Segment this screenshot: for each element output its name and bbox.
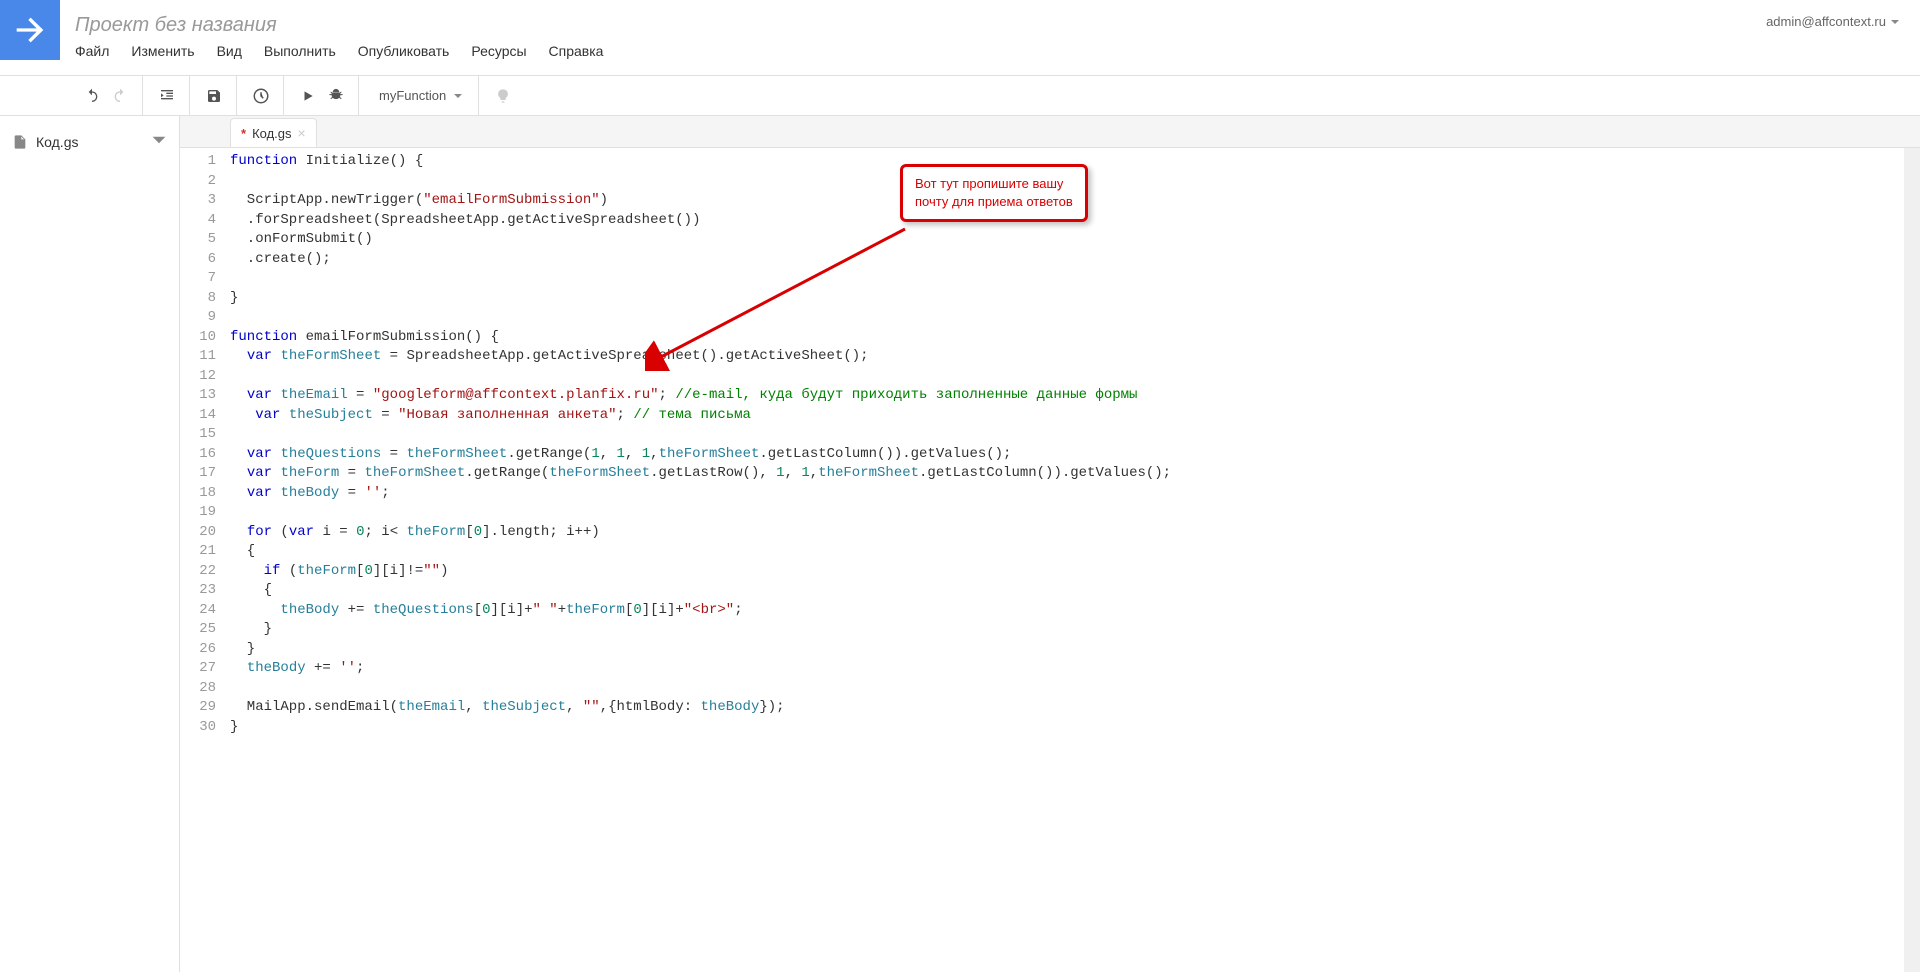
- tabs: * Код.gs ×: [180, 116, 1920, 148]
- tab-active[interactable]: * Код.gs ×: [230, 118, 317, 147]
- code-content[interactable]: function Initialize() { ScriptApp.newTri…: [224, 148, 1920, 972]
- tab-close[interactable]: ×: [298, 125, 306, 141]
- debug-button[interactable]: [322, 82, 350, 110]
- project-title[interactable]: Проект без названия: [75, 14, 1905, 37]
- triggers-button[interactable]: [247, 82, 275, 110]
- lightbulb-icon: [495, 88, 511, 104]
- line-gutter: 1234567891011121314151617181920212223242…: [180, 148, 224, 972]
- chevron-down-icon: [1890, 17, 1900, 27]
- user-email: admin@affcontext.ru: [1766, 14, 1886, 29]
- save-icon: [206, 88, 222, 104]
- menu-view[interactable]: Вид: [217, 43, 242, 59]
- indent-button[interactable]: [153, 82, 181, 110]
- run-button[interactable]: [294, 82, 322, 110]
- save-button[interactable]: [200, 82, 228, 110]
- redo-button[interactable]: [106, 82, 134, 110]
- dirty-marker: *: [241, 126, 246, 141]
- user-menu[interactable]: admin@affcontext.ru: [1766, 14, 1900, 29]
- code-editor[interactable]: 1234567891011121314151617181920212223242…: [180, 148, 1920, 972]
- function-select[interactable]: myFunction: [369, 84, 470, 107]
- file-name: Код.gs: [36, 134, 143, 150]
- bug-icon: [328, 88, 344, 104]
- indent-icon: [159, 88, 175, 104]
- undo-icon: [84, 88, 100, 104]
- function-selected: myFunction: [369, 84, 470, 107]
- toolbar: myFunction: [0, 76, 1920, 116]
- menu-file[interactable]: Файл: [75, 43, 109, 59]
- hint-button[interactable]: [489, 82, 517, 110]
- menu-resources[interactable]: Ресурсы: [471, 43, 526, 59]
- menu-help[interactable]: Справка: [549, 43, 604, 59]
- file-icon: [12, 134, 28, 150]
- play-icon: [301, 89, 315, 103]
- menu-publish[interactable]: Опубликовать: [358, 43, 450, 59]
- arrow-right-icon: [10, 10, 50, 50]
- header: Проект без названия Файл Изменить Вид Вы…: [0, 0, 1920, 76]
- editor-area: * Код.gs × Вот тут пропишите вашу почту …: [180, 116, 1920, 972]
- file-menu-trigger[interactable]: [151, 132, 167, 151]
- scrollbar[interactable]: [1904, 148, 1920, 972]
- file-item[interactable]: Код.gs: [0, 126, 179, 157]
- chevron-down-icon: [151, 132, 167, 148]
- main: Код.gs * Код.gs × Вот тут пропишите вашу…: [0, 116, 1920, 972]
- clock-icon: [252, 87, 270, 105]
- tab-label: Код.gs: [252, 126, 291, 141]
- annotation-callout: Вот тут пропишите вашу почту для приема …: [900, 164, 1088, 222]
- undo-button[interactable]: [78, 82, 106, 110]
- app-logo[interactable]: [0, 0, 60, 60]
- menu-run[interactable]: Выполнить: [264, 43, 336, 59]
- menu-edit[interactable]: Изменить: [131, 43, 194, 59]
- redo-icon: [112, 88, 128, 104]
- menu-bar: Файл Изменить Вид Выполнить Опубликовать…: [75, 43, 1905, 59]
- sidebar: Код.gs: [0, 116, 180, 972]
